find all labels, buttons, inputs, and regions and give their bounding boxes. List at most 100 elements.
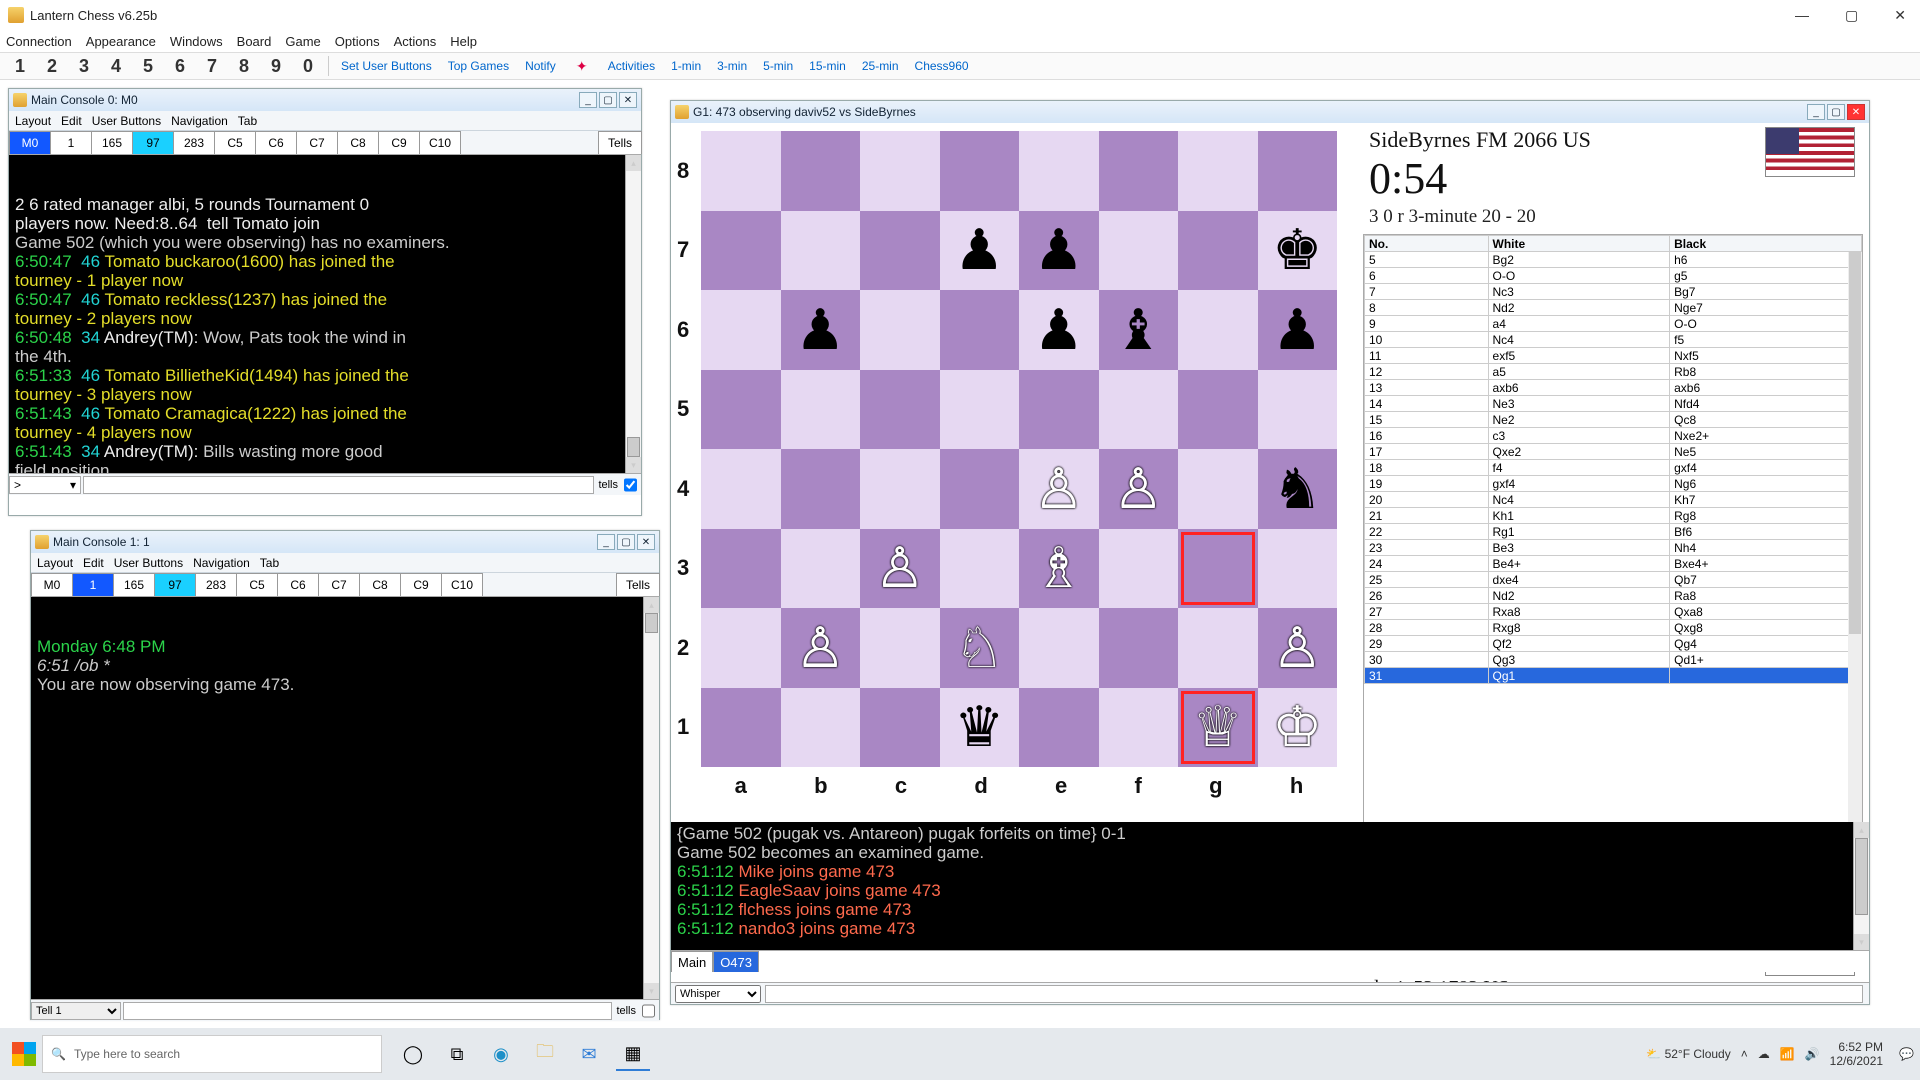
square-g7[interactable] bbox=[1178, 211, 1258, 291]
toolbar-link-top-games[interactable]: Top Games bbox=[448, 59, 509, 73]
toolbar-link-3-min[interactable]: 3-min bbox=[717, 59, 747, 73]
square-g5[interactable] bbox=[1178, 370, 1258, 450]
square-f7[interactable] bbox=[1099, 211, 1179, 291]
square-c4[interactable] bbox=[860, 449, 940, 529]
explorer-icon[interactable]: 🗀 bbox=[528, 1037, 562, 1071]
game-maximize[interactable]: ▢ bbox=[1827, 104, 1845, 120]
tells-tab[interactable]: Tells bbox=[598, 131, 642, 154]
channel-tab-C8[interactable]: C8 bbox=[359, 573, 401, 596]
square-b7[interactable] bbox=[781, 211, 861, 291]
minimize-button[interactable]: — bbox=[1789, 5, 1815, 26]
square-a7[interactable] bbox=[701, 211, 781, 291]
move-row[interactable]: 15Ne2Qc8 bbox=[1365, 412, 1862, 428]
edge-icon[interactable]: ◉ bbox=[484, 1037, 518, 1071]
square-a6[interactable] bbox=[701, 290, 781, 370]
menu-appearance[interactable]: Appearance bbox=[86, 34, 156, 49]
channel-tab-C10[interactable]: C10 bbox=[441, 573, 483, 596]
toolbar-slot-0[interactable]: 0 bbox=[292, 56, 324, 77]
square-e1[interactable] bbox=[1019, 688, 1099, 768]
move-row[interactable]: 23Be3Nh4 bbox=[1365, 540, 1862, 556]
game-whisper-select[interactable]: Whisper bbox=[675, 985, 761, 1003]
move-row[interactable]: 24Be4+Bxe4+ bbox=[1365, 556, 1862, 572]
square-h5[interactable] bbox=[1258, 370, 1338, 450]
channel-tab-C8[interactable]: C8 bbox=[337, 131, 379, 154]
game-titlebar[interactable]: G1: 473 observing daviv52 vs SideByrnes … bbox=[671, 101, 1869, 123]
toolbar-link-5-min[interactable]: 5-min bbox=[763, 59, 793, 73]
square-f3[interactable] bbox=[1099, 529, 1179, 609]
toolbar-link-activities[interactable]: Activities bbox=[608, 59, 655, 73]
square-f1[interactable] bbox=[1099, 688, 1179, 768]
move-row[interactable]: 25dxe4Qb7 bbox=[1365, 572, 1862, 588]
square-c2[interactable] bbox=[860, 608, 940, 688]
channel-tab-1[interactable]: 1 bbox=[50, 131, 92, 154]
toolbar-link-notify[interactable]: Notify bbox=[525, 59, 556, 73]
move-row[interactable]: 18f4gxf4 bbox=[1365, 460, 1862, 476]
menu-actions[interactable]: Actions bbox=[394, 34, 437, 49]
square-e2[interactable] bbox=[1019, 608, 1099, 688]
channel-tab-97[interactable]: 97 bbox=[154, 573, 196, 596]
move-row[interactable]: 8Nd2Nge7 bbox=[1365, 300, 1862, 316]
tray-notifications-icon[interactable]: 💬 bbox=[1899, 1047, 1914, 1061]
move-row[interactable]: 10Nc4f5 bbox=[1365, 332, 1862, 348]
square-c3[interactable]: ♙ bbox=[860, 529, 940, 609]
console1-scrollbar[interactable]: ▴▾ bbox=[643, 597, 659, 999]
lantern-task-icon[interactable]: ▦ bbox=[616, 1037, 650, 1071]
square-a8[interactable] bbox=[701, 131, 781, 211]
close-button[interactable]: ✕ bbox=[1888, 5, 1912, 26]
square-h1[interactable]: ♔ bbox=[1258, 688, 1338, 768]
console0-prompt[interactable]: > ▾ bbox=[9, 476, 81, 494]
channel-tab-C10[interactable]: C10 bbox=[419, 131, 461, 154]
move-row[interactable]: 22Rg1Bf6 bbox=[1365, 524, 1862, 540]
game-close[interactable]: ✕ bbox=[1847, 104, 1865, 120]
channel-tab-C6[interactable]: C6 bbox=[277, 573, 319, 596]
square-e5[interactable] bbox=[1019, 370, 1099, 450]
square-h8[interactable] bbox=[1258, 131, 1338, 211]
console0-close[interactable]: ✕ bbox=[619, 92, 637, 108]
tray-volume-icon[interactable]: 🔊 bbox=[1805, 1047, 1820, 1061]
console1-tells-checkbox[interactable] bbox=[642, 1002, 655, 1020]
menu-connection[interactable]: Connection bbox=[6, 34, 72, 49]
toolbar-slot-7[interactable]: 7 bbox=[196, 56, 228, 77]
square-c1[interactable] bbox=[860, 688, 940, 768]
menu-windows[interactable]: Windows bbox=[170, 34, 223, 49]
channel-tab-283[interactable]: 283 bbox=[195, 573, 237, 596]
console1-maximize[interactable]: ▢ bbox=[617, 534, 635, 550]
square-g8[interactable] bbox=[1178, 131, 1258, 211]
toolbar-slot-2[interactable]: 2 bbox=[36, 56, 68, 77]
cortana-icon[interactable]: ◯ bbox=[396, 1037, 430, 1071]
fireworks-icon[interactable]: ✦ bbox=[570, 56, 594, 76]
menu-game[interactable]: Game bbox=[285, 34, 320, 49]
channel-tab-C5[interactable]: C5 bbox=[214, 131, 256, 154]
tray-chevron-icon[interactable]: ˄ bbox=[1741, 1047, 1748, 1061]
console1-minimize[interactable]: _ bbox=[597, 534, 615, 550]
channel-tab-C9[interactable]: C9 bbox=[400, 573, 442, 596]
maximize-button[interactable]: ▢ bbox=[1839, 5, 1864, 26]
move-row[interactable]: 19gxf4Ng6 bbox=[1365, 476, 1862, 492]
square-c6[interactable] bbox=[860, 290, 940, 370]
move-row[interactable]: 16c3Nxe2+ bbox=[1365, 428, 1862, 444]
square-a3[interactable] bbox=[701, 529, 781, 609]
taskbar-clock[interactable]: 6:52 PM12/6/2021 bbox=[1830, 1040, 1883, 1068]
console0-scrollbar[interactable]: ▴▾ bbox=[625, 155, 641, 473]
square-d7[interactable]: ♟ bbox=[940, 211, 1020, 291]
move-row[interactable]: 9a4O-O bbox=[1365, 316, 1862, 332]
submenu-navigation[interactable]: Navigation bbox=[193, 556, 250, 570]
submenu-user-buttons[interactable]: User Buttons bbox=[114, 556, 183, 570]
square-d8[interactable] bbox=[940, 131, 1020, 211]
square-d1[interactable]: ♛ bbox=[940, 688, 1020, 768]
movelist-scrollbar[interactable] bbox=[1848, 252, 1862, 889]
square-g6[interactable] bbox=[1178, 290, 1258, 370]
toolbar-slot-1[interactable]: 1 bbox=[4, 56, 36, 77]
submenu-tab[interactable]: Tab bbox=[260, 556, 279, 570]
console1-input[interactable] bbox=[123, 1002, 612, 1020]
move-row[interactable]: 12a5Rb8 bbox=[1365, 364, 1862, 380]
move-row[interactable]: 5Bg2h6 bbox=[1365, 252, 1862, 268]
toolbar-slot-3[interactable]: 3 bbox=[68, 56, 100, 77]
toolbar-slot-9[interactable]: 9 bbox=[260, 56, 292, 77]
square-b5[interactable] bbox=[781, 370, 861, 450]
tray-wifi-icon[interactable]: 📶 bbox=[1780, 1047, 1795, 1061]
toolbar-link-chess960[interactable]: Chess960 bbox=[915, 59, 969, 73]
game-terminal-scrollbar[interactable]: ▴▾ bbox=[1853, 822, 1869, 950]
move-row[interactable]: 21Kh1Rg8 bbox=[1365, 508, 1862, 524]
square-e8[interactable] bbox=[1019, 131, 1099, 211]
